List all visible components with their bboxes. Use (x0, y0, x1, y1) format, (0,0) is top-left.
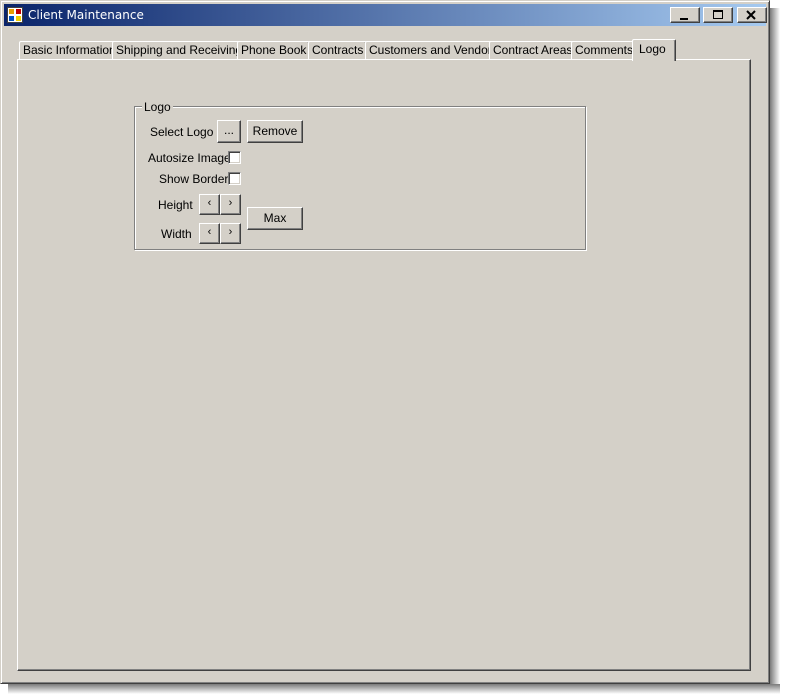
height-decrease-button[interactable]: ‹ (199, 194, 220, 215)
tab-basic-information[interactable]: Basic Information (19, 41, 120, 60)
autosize-image-label: Autosize Image (148, 151, 231, 165)
app-icon[interactable] (7, 7, 23, 23)
close-button[interactable] (737, 7, 767, 23)
autosize-image-checkbox[interactable] (228, 151, 241, 164)
maximize-icon (713, 10, 723, 19)
height-increase-button[interactable]: › (220, 194, 241, 215)
logo-group-legend: Logo (142, 100, 173, 114)
tab-logo[interactable]: Logo (632, 39, 676, 61)
width-decrease-button[interactable]: ‹ (199, 223, 220, 244)
client-maintenance-window: Client Maintenance Basic Information Shi… (0, 0, 770, 684)
max-size-button[interactable]: Max (247, 207, 303, 230)
title-bar[interactable]: Client Maintenance (4, 4, 767, 26)
minimize-button[interactable] (670, 7, 700, 23)
maximize-button[interactable] (703, 7, 733, 23)
tab-comments[interactable]: Comments (571, 41, 638, 60)
select-logo-label: Select Logo (150, 125, 214, 139)
tab-contracts[interactable]: Contracts (308, 41, 368, 60)
width-increase-button[interactable]: › (220, 223, 241, 244)
window-title: Client Maintenance (28, 8, 144, 22)
browse-logo-button[interactable]: ... (217, 120, 241, 143)
show-border-checkbox[interactable] (228, 172, 241, 185)
show-border-label: Show Border (159, 172, 229, 186)
tab-contract-areas[interactable]: Contract Areas (489, 41, 577, 60)
minimize-icon (680, 18, 688, 20)
window-shadow-bottom (8, 684, 780, 694)
close-icon (746, 10, 756, 20)
tab-phone-book[interactable]: Phone Book (237, 41, 311, 60)
width-label: Width (161, 227, 192, 241)
window-shadow-right (770, 8, 780, 685)
tab-shipping-and-receiving[interactable]: Shipping and Receiving (112, 41, 247, 60)
tab-customers-and-vendors[interactable]: Customers and Vendors (365, 41, 502, 60)
remove-logo-button[interactable]: Remove (247, 120, 303, 143)
height-label: Height (158, 198, 193, 212)
